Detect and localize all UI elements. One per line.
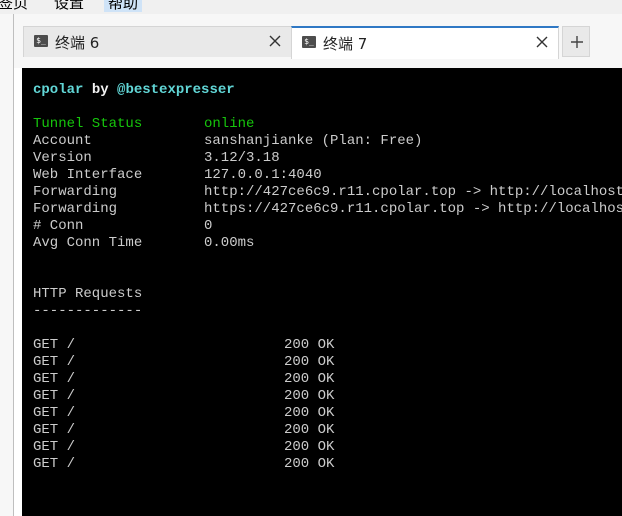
menu-item-tabs[interactable]: 签页 [0, 0, 28, 12]
status-key: Version [33, 150, 92, 166]
status-row: Version 3.12/3.18 [33, 150, 280, 167]
status-value: sanshanjianke (Plan: Free) [204, 133, 423, 149]
banner-by: by [91, 82, 109, 98]
status-row: Web Interface 127.0.0.1:4040 [33, 167, 322, 184]
menu-item-help[interactable]: 帮助 [104, 0, 143, 12]
terminal-icon: $_ [302, 36, 316, 48]
request-method: GET / [33, 405, 76, 421]
left-pane [0, 14, 13, 516]
request-row: GET / 200 OK [33, 422, 334, 439]
request-method: GET / [33, 388, 76, 404]
menu-item-settings[interactable]: 设置 [54, 0, 84, 12]
close-icon[interactable] [267, 33, 283, 49]
request-status: 200 OK [284, 422, 335, 438]
new-tab-button[interactable] [562, 26, 590, 57]
requests-rule: ------------- [33, 303, 143, 319]
status-row: # Conn 0 [33, 218, 212, 235]
status-value: http://427ce6c9.r11.cpolar.top -> http:/… [204, 184, 622, 200]
request-method: GET / [33, 422, 76, 438]
request-row: GET / 200 OK [33, 354, 334, 371]
status-key: Forwarding [33, 201, 118, 217]
status-key: Forwarding [33, 184, 118, 200]
terminal-icon: $_ [34, 35, 48, 47]
request-row: GET / 200 OK [33, 371, 334, 388]
banner-handle: @bestexpresser [117, 82, 235, 98]
request-method: GET / [33, 337, 76, 353]
request-status: 200 OK [284, 354, 335, 370]
window-divider [13, 14, 14, 516]
status-row: Account sanshanjianke (Plan: Free) [33, 133, 422, 150]
status-value: online [204, 116, 255, 132]
request-row: GET / 200 OK [33, 439, 334, 456]
status-row: Tunnel Status online [33, 116, 254, 133]
terminal-output[interactable]: cpolar by @bestexpresser Tunnel Status on… [22, 68, 622, 516]
status-key: Account [33, 133, 92, 149]
plus-icon [571, 36, 583, 48]
tab-terminal-6[interactable]: $_ 终端 6 [23, 26, 292, 57]
request-method: GET / [33, 439, 76, 455]
request-method: GET / [33, 456, 76, 472]
banner: cpolar by @bestexpresser [33, 82, 235, 99]
requests-title: HTTP Requests [33, 286, 143, 302]
status-row: Forwarding https://427ce6c9.r11.cpolar.to… [33, 201, 622, 218]
status-key: Avg Conn Time [33, 235, 143, 251]
request-status: 200 OK [284, 388, 335, 404]
status-value: 0.00ms [204, 235, 255, 251]
status-row: Forwarding http://427ce6c9.r11.cpolar.top… [33, 184, 622, 201]
menu-bar: 签页 设置 帮助 [0, 0, 622, 14]
request-status: 200 OK [284, 371, 335, 387]
request-method: GET / [33, 354, 76, 370]
status-value: 127.0.0.1:4040 [204, 167, 322, 183]
request-row: GET / 200 OK [33, 388, 334, 405]
status-value: 3.12/3.18 [204, 150, 280, 166]
status-value: https://427ce6c9.r11.cpolar.top -> http:… [204, 201, 622, 217]
request-method: GET / [33, 371, 76, 387]
status-value: 0 [204, 218, 213, 234]
tab-label: 终端 7 [323, 35, 368, 53]
tab-bar: $_ 终端 6 $_ 终端 7 [14, 14, 622, 68]
request-status: 200 OK [284, 337, 335, 353]
status-key: Web Interface [33, 167, 143, 183]
status-row: Avg Conn Time 0.00ms [33, 235, 254, 252]
tab-label: 终端 6 [55, 34, 100, 52]
status-key: # Conn [33, 218, 84, 234]
request-row: GET / 200 OK [33, 337, 334, 354]
request-status: 200 OK [284, 439, 335, 455]
request-row: GET / 200 OK [33, 456, 334, 473]
banner-brand: cpolar [33, 82, 84, 98]
close-icon[interactable] [534, 34, 550, 50]
tab-terminal-7[interactable]: $_ 终端 7 [291, 26, 559, 59]
request-status: 200 OK [284, 405, 335, 421]
request-row: GET / 200 OK [33, 405, 334, 422]
request-status: 200 OK [284, 456, 335, 472]
status-key: Tunnel Status [33, 116, 143, 132]
